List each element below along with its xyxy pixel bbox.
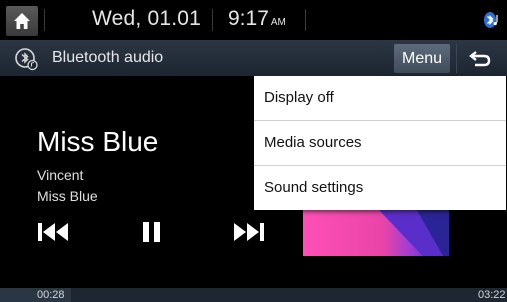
back-button[interactable] bbox=[456, 44, 503, 73]
album-art bbox=[303, 210, 449, 256]
progress-bar[interactable] bbox=[0, 288, 507, 302]
divider bbox=[44, 9, 45, 31]
menu-button[interactable]: Menu bbox=[394, 44, 450, 73]
next-track-icon bbox=[234, 223, 264, 241]
home-icon bbox=[14, 13, 30, 29]
status-bar: Wed, 01.01 9:17 AM bbox=[0, 0, 507, 40]
head-unit-screen: Wed, 01.01 9:17AM Bluetooth audio Menu bbox=[0, 0, 507, 302]
bluetooth-audio-icon bbox=[15, 48, 38, 71]
next-track-button[interactable] bbox=[233, 222, 267, 242]
pause-icon bbox=[143, 222, 160, 242]
back-arrow-icon bbox=[469, 51, 491, 67]
status-time: 9:17 bbox=[228, 7, 269, 30]
previous-track-button[interactable] bbox=[38, 222, 72, 242]
menu-item-sound-settings[interactable]: Sound settings bbox=[254, 166, 506, 210]
menu-item-media-sources[interactable]: Media sources bbox=[254, 121, 506, 166]
time-elapsed: 00:28 bbox=[37, 289, 65, 301]
time-total: 03:22 bbox=[478, 289, 506, 301]
menu-item-display-off[interactable]: Display off bbox=[254, 76, 506, 121]
title-bar: Bluetooth audio Menu bbox=[0, 40, 507, 76]
status-clock: 9:17 AM bbox=[228, 7, 286, 31]
bluetooth-icon bbox=[484, 12, 498, 28]
status-date: Wed, 01.01 bbox=[92, 7, 202, 30]
home-button[interactable] bbox=[6, 6, 38, 36]
page-title: Bluetooth audio bbox=[52, 49, 164, 66]
divider bbox=[212, 9, 213, 31]
options-menu: Display off Media sources Sound settings bbox=[254, 76, 506, 210]
track-title: Miss Blue bbox=[37, 126, 159, 157]
pause-button[interactable] bbox=[138, 222, 172, 242]
track-album: Miss Blue bbox=[37, 188, 98, 204]
previous-track-icon bbox=[38, 223, 68, 241]
track-artist: Vincent bbox=[37, 167, 84, 183]
status-ampm: AM bbox=[270, 17, 286, 28]
divider bbox=[305, 9, 306, 31]
